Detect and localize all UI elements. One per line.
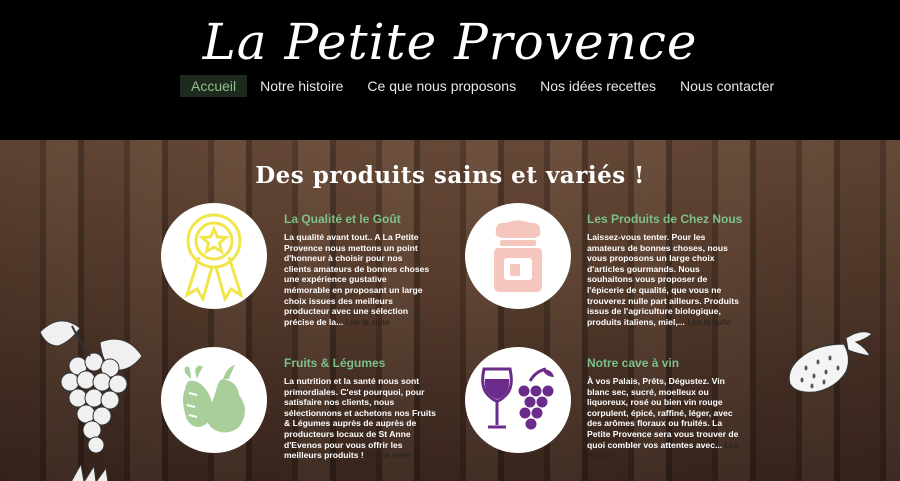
site-header: La Petite Provence Accueil Notre histoir… — [0, 0, 900, 140]
pear-radish-icon — [183, 365, 245, 433]
nav-item-nos-idees-recettes[interactable]: Nos idées recettes — [529, 75, 667, 97]
feature-wine-cellar-text: À vos Palais, Prêts, Dégustez. Vin blanc… — [587, 376, 745, 461]
hero-title: Des produits sains et variés ! — [255, 162, 645, 189]
feature-fruits-vegetables-text: La nutrition et la santé nous sont primo… — [284, 376, 436, 461]
nav-item-notre-histoire[interactable]: Notre histoire — [249, 75, 354, 97]
feature-fruits-vegetables-circle — [161, 347, 267, 453]
feature-wine-cellar-circle — [465, 347, 571, 453]
feature-local-products-title: Les Produits de Chez Nous — [587, 212, 743, 226]
feature-wine-cellar-body: À vos Palais, Prêts, Dégustez. Vin blanc… — [587, 376, 739, 450]
hero-section: Des produits sains et variés ! La Qualit… — [0, 140, 900, 481]
feature-quality-read-more[interactable]: Lire la suite — [346, 317, 390, 327]
feature-quality-title: La Qualité et le Goût — [284, 212, 401, 226]
feature-quality-circle — [161, 203, 267, 309]
grapes-illustration-icon — [39, 320, 143, 454]
leaves-illustration-icon — [70, 462, 109, 481]
nav-item-accueil[interactable]: Accueil — [180, 75, 248, 97]
feature-local-products-read-more[interactable]: Lire la suite — [687, 317, 731, 327]
strawberry-illustration-icon — [788, 331, 873, 393]
jam-jar-icon — [494, 220, 542, 292]
feature-local-products-body: Laissez-vous tenter. Pour les amateurs d… — [587, 232, 739, 327]
feature-local-products-circle — [465, 203, 571, 309]
feature-wine-cellar-title: Notre cave à vin — [587, 356, 680, 370]
feature-fruits-vegetables-body: La nutrition et la santé nous sont primo… — [284, 376, 436, 461]
award-ribbon-icon — [184, 213, 244, 301]
wine-glass-grapes-icon — [481, 367, 554, 430]
feature-fruits-vegetables-title: Fruits & Légumes — [284, 356, 386, 370]
main-nav: Accueil Notre histoire Ce que nous propo… — [180, 75, 787, 97]
nav-item-ce-que-nous-proposons[interactable]: Ce que nous proposons — [356, 75, 527, 97]
feature-quality-body: La qualité avant tout.. A La Petite Prov… — [284, 232, 430, 327]
nav-item-nous-contacter[interactable]: Nous contacter — [669, 75, 785, 97]
feature-fruits-vegetables-read-more[interactable]: Lire la suite — [366, 450, 410, 460]
site-logo[interactable]: La Petite Provence — [0, 6, 900, 78]
feature-local-products-text: Laissez-vous tenter. Pour les amateurs d… — [587, 232, 745, 327]
feature-quality-text: La qualité avant tout.. A La Petite Prov… — [284, 232, 430, 327]
